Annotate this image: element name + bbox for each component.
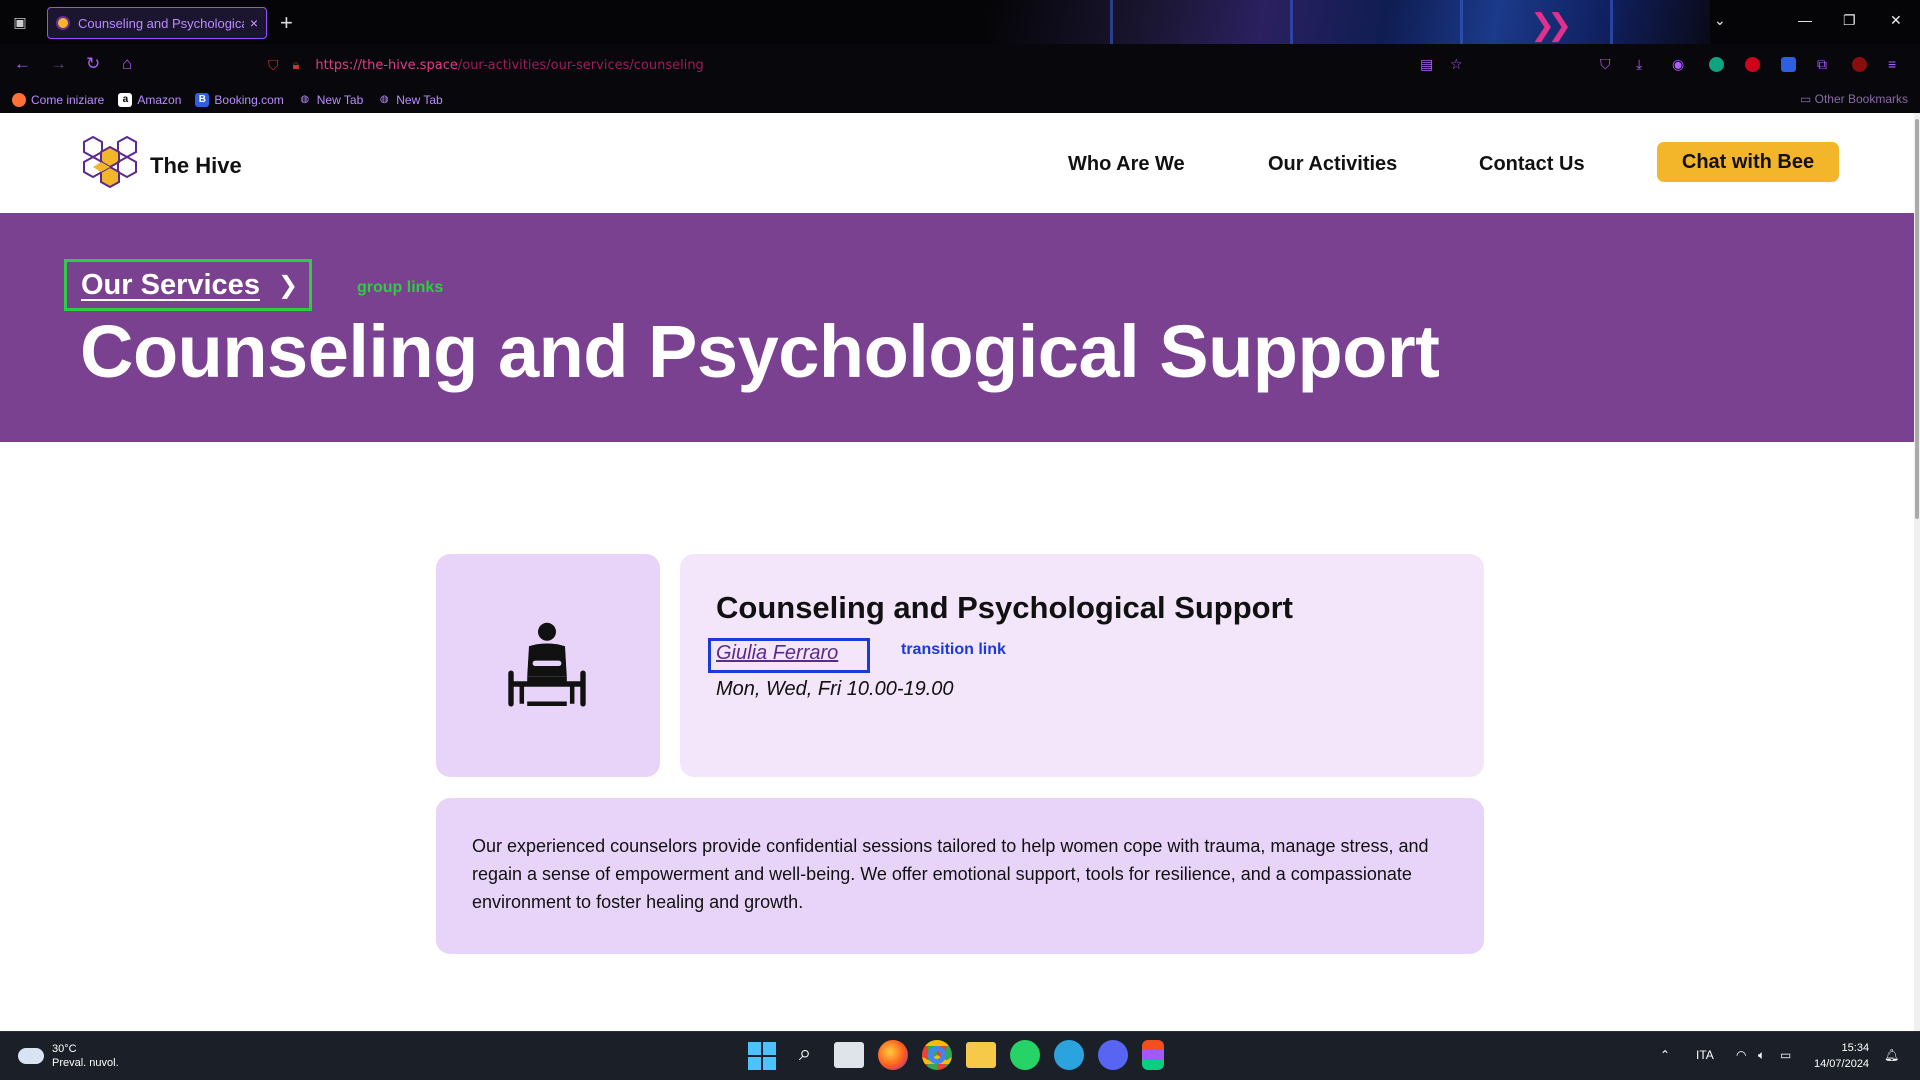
cloud-icon <box>18 1048 44 1064</box>
hive-favicon-icon <box>56 16 70 30</box>
breadcrumb-label[interactable]: Our Services <box>81 269 260 302</box>
figma-icon[interactable] <box>1142 1040 1164 1070</box>
firefox-icon <box>12 92 26 107</box>
restore-icon[interactable]: ❐ <box>1843 12 1856 29</box>
close-window-icon[interactable]: ✕ <box>1890 12 1902 29</box>
bookmark-new-tab[interactable]: ◍ New Tab <box>298 93 363 107</box>
bookmark-amazon[interactable]: a Amazon <box>118 92 181 107</box>
whatsapp-icon[interactable] <box>1010 1040 1040 1070</box>
menu-icon[interactable]: ≡ <box>1888 56 1896 72</box>
bookmark-new-tab[interactable]: ◍ New Tab <box>377 93 443 107</box>
wifi-icon[interactable]: ◠ <box>1736 1048 1746 1062</box>
other-bookmarks[interactable]: ▭ Other Bookmarks <box>1800 92 1908 106</box>
clock-time: 15:34 <box>1841 1042 1870 1054</box>
page-scrollbar[interactable] <box>1914 113 1920 1031</box>
brand-name[interactable]: The Hive <box>150 153 242 179</box>
chevron-right-icon: ❯ <box>277 271 299 299</box>
service-icon-card <box>436 554 660 777</box>
volume-icon[interactable]: 🔈︎ <box>1758 1048 1765 1063</box>
nav-our-activities[interactable]: Our Activities <box>1268 153 1397 176</box>
tracking-shield-icon[interactable]: ⛉ <box>268 57 279 74</box>
active-tab[interactable]: Counseling and Psychological Su × <box>47 7 267 39</box>
discord-icon[interactable] <box>1098 1040 1128 1070</box>
browser-nav-bar: ← → ↻ ⌂ ⛉ 🔒︎ https://the-hive.space/our-… <box>0 44 1920 86</box>
service-info-card: Counseling and Psychological Support Giu… <box>680 554 1484 777</box>
firefox-icon[interactable] <box>878 1040 908 1070</box>
counseling-person-icon <box>508 622 586 707</box>
annotation-group-links: group links <box>357 279 444 296</box>
extension-a-icon[interactable] <box>1709 57 1724 72</box>
weather-desc: Preval. nuvol. <box>52 1057 119 1069</box>
bookmarks-bar: Come iniziare a Amazon B Booking.com ◍ New … <box>0 86 1920 113</box>
clock-date: 14/07/2024 <box>1814 1058 1870 1070</box>
tab-title: Counseling and Psychological Su <box>78 15 244 31</box>
annotation-transition-link: transition link <box>901 641 1006 658</box>
globe-icon: ◍ <box>300 93 310 105</box>
counselor-link[interactable]: Giulia Ferraro <box>716 642 838 665</box>
reload-icon[interactable]: ↻ <box>86 54 100 74</box>
amazon-icon: a <box>118 92 133 107</box>
pocket-icon[interactable]: ⛉ <box>1600 56 1611 73</box>
chrome-icon[interactable] <box>922 1040 952 1070</box>
globe-icon: ◍ <box>379 93 389 105</box>
weather-widget[interactable]: 30°C Preval. nuvol. <box>18 1042 119 1070</box>
scrollbar-thumb[interactable] <box>1915 119 1919 519</box>
windows-taskbar: 30°C Preval. nuvol. ⌕ ⌃ ITA ◠ 🔈︎ ▭ 15:34… <box>0 1031 1920 1080</box>
notifications-icon[interactable]: 🔔︎ <box>1884 1048 1899 1062</box>
tray-chevron-icon[interactable]: ⌃ <box>1660 1048 1670 1062</box>
search-icon[interactable]: ⌕ <box>790 1040 820 1070</box>
browser-tab-bar: ❯❯ ▣ Counseling and Psychological Su × +… <box>0 0 1920 44</box>
booking-icon: B <box>195 92 210 107</box>
file-explorer-icon[interactable] <box>966 1042 996 1068</box>
bookmark-booking[interactable]: B Booking.com <box>195 92 284 107</box>
extension-b-icon[interactable] <box>1781 57 1796 72</box>
extensions-icon[interactable]: ⧉ <box>1817 56 1827 73</box>
extension-lock-icon[interactable] <box>1745 57 1760 72</box>
theme-chevron-art: ❯❯ <box>1530 8 1572 43</box>
new-tab-button[interactable]: + <box>280 10 293 36</box>
nav-contact-us[interactable]: Contact Us <box>1479 153 1585 176</box>
service-description: Our experienced counselors provide confi… <box>472 836 1429 912</box>
breadcrumb-our-services[interactable]: Our Services ❯ <box>64 259 312 311</box>
tab-list-icon[interactable]: ▣ <box>10 12 30 32</box>
downloads-icon[interactable]: ⤓ <box>1636 56 1642 73</box>
service-title: Counseling and Psychological Support <box>716 590 1293 625</box>
forward-icon[interactable]: → <box>50 54 67 74</box>
tab-close-icon[interactable]: × <box>250 15 258 31</box>
bookmark-come-iniziare[interactable]: Come iniziare <box>12 92 104 107</box>
windows-start-icon[interactable] <box>748 1042 776 1070</box>
url-text[interactable]: https://the-hive.space/our-activities/ou… <box>315 58 703 73</box>
taskbar-apps: ⌕ <box>748 1040 1164 1070</box>
url-bar[interactable]: ⛉ 🔒︎ https://the-hive.space/our-activiti… <box>268 50 1491 80</box>
list-all-tabs-icon[interactable]: ⌄ <box>1714 12 1726 29</box>
lock-icon[interactable]: 🔒︎ <box>293 57 300 73</box>
ublock-icon[interactable] <box>1852 57 1867 72</box>
task-view-icon[interactable] <box>834 1042 864 1068</box>
web-page: The Hive Who Are We Our Activities Conta… <box>0 113 1920 1031</box>
page-title: Counseling and Psychological Support <box>80 310 1440 393</box>
hero-banner: Our Services ❯ group links Counseling an… <box>0 213 1920 442</box>
site-header: The Hive Who Are We Our Activities Conta… <box>0 113 1920 213</box>
system-clock[interactable]: 15:34 14/07/2024 <box>1814 1040 1869 1072</box>
nav-who-are-we[interactable]: Who Are We <box>1068 153 1185 176</box>
account-icon[interactable]: ◉ <box>1672 56 1684 73</box>
weather-temp: 30°C <box>52 1043 77 1055</box>
home-icon[interactable]: ⌂ <box>122 54 132 74</box>
battery-icon[interactable]: ▭ <box>1780 1048 1791 1062</box>
reader-view-icon[interactable]: ▤ <box>1420 56 1433 73</box>
service-hours: Mon, Wed, Fri 10.00-19.00 <box>716 678 954 700</box>
service-description-card: Our experienced counselors provide confi… <box>436 798 1484 954</box>
theme-background-art: ❯❯ <box>990 0 1710 44</box>
bookmark-star-icon[interactable]: ☆ <box>1450 56 1463 73</box>
hive-logo-icon[interactable] <box>80 135 140 195</box>
minimize-icon[interactable]: — <box>1798 12 1812 28</box>
chat-with-bee-button[interactable]: Chat with Bee <box>1657 142 1839 182</box>
language-indicator[interactable]: ITA <box>1696 1048 1714 1062</box>
telegram-icon[interactable] <box>1054 1040 1084 1070</box>
back-icon[interactable]: ← <box>14 54 31 74</box>
